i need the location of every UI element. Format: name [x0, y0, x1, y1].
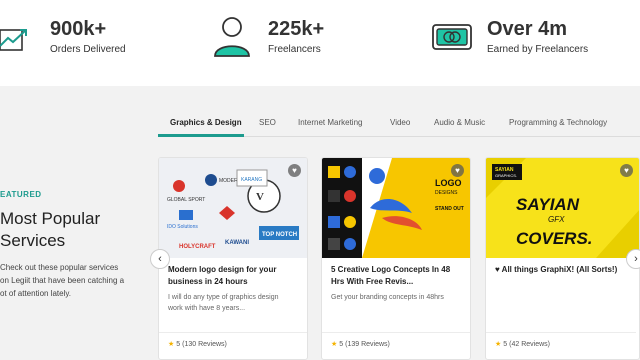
card-title[interactable]: 5 Creative Logo Concepts In 48 Hrs With … — [331, 264, 465, 288]
card-description: Get your branding concepts in 48hrs — [331, 294, 444, 301]
favorite-heart-icon[interactable]: ♥ — [451, 164, 464, 177]
favorite-heart-icon[interactable]: ♥ — [288, 164, 301, 177]
service-card[interactable]: LOGO DESIGNS STAND OUT ♥ 5 Creative Logo… — [321, 157, 471, 360]
card-title[interactable]: Modern logo design for your business in … — [168, 264, 302, 288]
section-eyebrow: EATURED — [0, 190, 42, 199]
card-thumbnail: LOGO DESIGNS STAND OUT — [322, 158, 470, 258]
star-icon: ★ — [331, 341, 338, 348]
carousel-prev-button[interactable]: ‹ — [150, 249, 170, 269]
svg-text:STAND OUT: STAND OUT — [435, 206, 464, 212]
trend-up-icon — [0, 29, 27, 51]
section-title: Most Popular Services — [0, 209, 101, 250]
card-divider — [486, 332, 636, 333]
rating-value: 5 — [339, 341, 344, 348]
card-rating: ★ 5 (130 Reviews) — [168, 340, 227, 348]
svg-text:COVERS.: COVERS. — [516, 229, 593, 248]
tab-audio-music[interactable]: Audio & Music — [434, 118, 485, 127]
tab-graphics-design[interactable]: Graphics & Design — [170, 118, 242, 127]
service-card[interactable]: GLOBAL SPORT MODERN V KARANG IDO Solutio… — [158, 157, 308, 360]
card-description: I will do any type of graphics design wo… — [168, 294, 279, 312]
svg-text:LOGO: LOGO — [435, 178, 462, 188]
card-rating: ★ 5 (42 Reviews) — [495, 340, 550, 348]
sayian-graphics-image: SAYIAN GRAPHICS. SAYIAN GFX COVERS. — [486, 158, 639, 258]
category-tabs: Graphics & Design SEO Internet Marketing… — [158, 111, 640, 137]
svg-text:KAWANI: KAWANI — [225, 240, 249, 246]
stat-number: 900k+ — [50, 18, 107, 40]
stat-label: Orders Delivered — [50, 44, 126, 55]
logo-concepts-image: LOGO DESIGNS STAND OUT — [322, 158, 470, 258]
favorite-heart-icon[interactable]: ♥ — [620, 164, 633, 177]
card-title[interactable]: ♥ All things GraphiX! (All Sorts!) — [495, 264, 629, 276]
service-card[interactable]: SAYIAN GRAPHICS. SAYIAN GFX COVERS. ♥ ♥ … — [485, 157, 640, 360]
svg-text:GFX: GFX — [548, 215, 565, 224]
stat-number: Over 4m — [487, 18, 568, 40]
review-count: (139 Reviews) — [345, 341, 390, 348]
svg-text:GLOBAL SPORT: GLOBAL SPORT — [167, 197, 205, 203]
carousel-next-button[interactable]: › — [626, 249, 640, 269]
tab-programming-technology[interactable]: Programming & Technology — [509, 118, 607, 127]
card-divider — [159, 332, 307, 333]
section-description: Check out these popular services on Legi… — [0, 263, 125, 298]
card-divider — [322, 332, 470, 333]
logo-collage-image: GLOBAL SPORT MODERN V KARANG IDO Solutio… — [159, 158, 307, 258]
svg-text:GRAPHICS.: GRAPHICS. — [495, 173, 517, 178]
star-icon: ★ — [495, 341, 502, 348]
money-icon — [432, 24, 472, 50]
star-icon: ★ — [168, 341, 175, 348]
stat-label: Earned by Freelancers — [487, 44, 589, 55]
card-thumbnail: GLOBAL SPORT MODERN V KARANG IDO Solutio… — [159, 158, 307, 258]
tab-video[interactable]: Video — [390, 118, 410, 127]
stat-number: 225k+ — [268, 18, 325, 40]
chevron-right-icon: › — [634, 253, 638, 265]
chevron-left-icon: ‹ — [158, 253, 162, 265]
rating-value: 5 — [503, 341, 508, 348]
tab-seo[interactable]: SEO — [259, 118, 276, 127]
person-icon — [214, 17, 250, 57]
stat-label: Freelancers — [268, 44, 321, 55]
svg-text:KARANG: KARANG — [241, 177, 262, 183]
rating-value: 5 — [176, 341, 181, 348]
svg-text:IDO Solutions: IDO Solutions — [167, 224, 198, 230]
active-tab-indicator — [158, 134, 244, 137]
svg-text:TOP NOTCH: TOP NOTCH — [262, 232, 297, 238]
review-count: (130 Reviews) — [182, 341, 227, 348]
card-thumbnail: SAYIAN GRAPHICS. SAYIAN GFX COVERS. — [486, 158, 639, 258]
card-rating: ★ 5 (139 Reviews) — [331, 340, 390, 348]
tab-internet-marketing[interactable]: Internet Marketing — [298, 118, 362, 127]
svg-text:SAYIAN: SAYIAN — [516, 195, 580, 214]
review-count: (42 Reviews) — [509, 341, 550, 348]
svg-text:V: V — [256, 191, 264, 203]
svg-text:HOLYCRAFT: HOLYCRAFT — [179, 244, 216, 250]
svg-text:DESIGNS: DESIGNS — [435, 190, 458, 196]
stats-bar: 900k+ Orders Delivered 225k+ Freelancers… — [0, 0, 640, 86]
